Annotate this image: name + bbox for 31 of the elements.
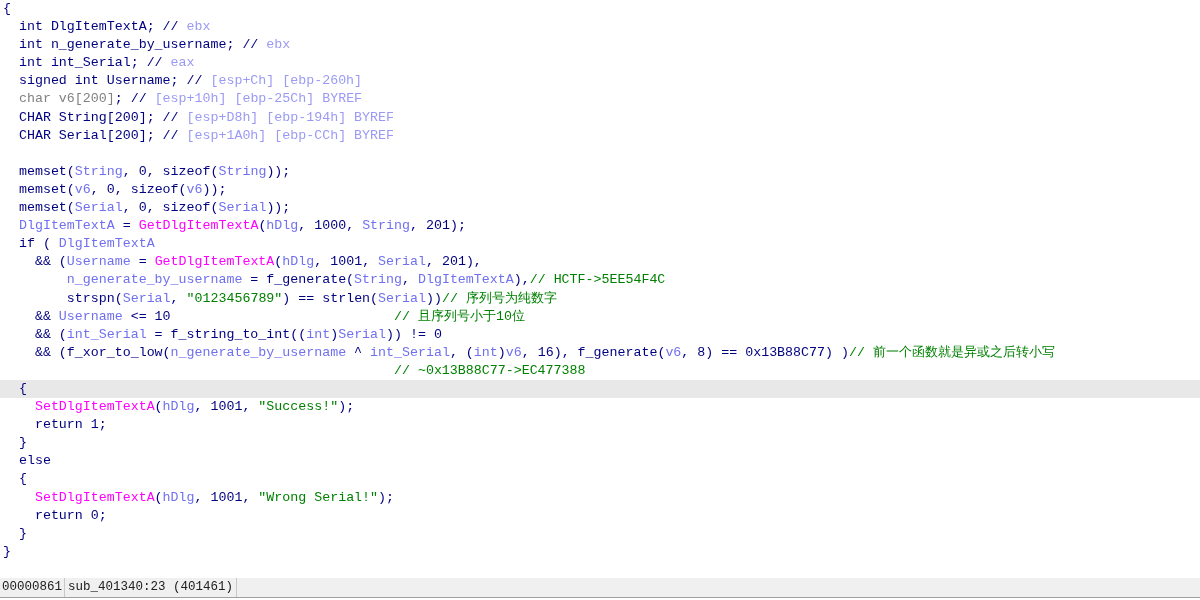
- code-line: SetDlgItemTextA(hDlg, 1001, "Success!");: [33, 398, 356, 417]
- code-line: }: [17, 434, 28, 453]
- code-line: && (Username = GetDlgItemTextA(hDlg, 1001, Serial, 201),: [33, 253, 483, 272]
- code-line: {: [17, 470, 28, 489]
- code-line: strspn(Serial, "0123456789") == strlen(Serial))// 序列号为纯数字: [65, 289, 558, 308]
- code-line: if ( DlgItemTextA: [17, 235, 156, 254]
- code-line: {: [2, 0, 12, 18]
- code-line: memset(v6, 0, sizeof(v6));: [17, 180, 228, 199]
- code-line: memset(String, 0, sizeof(String));: [17, 162, 292, 181]
- code-line: && Username <= 10 // 且序列号小于10位: [33, 307, 526, 326]
- code-line: else: [17, 452, 52, 471]
- code-line: CHAR String[200]; // [esp+D8h] [ebp-194h] BYREF: [17, 108, 395, 127]
- code-line: }: [17, 524, 28, 543]
- code-line: return 0;: [33, 506, 108, 525]
- offset-field: 00000861: [0, 578, 65, 597]
- code-line: int int_Serial; // eax: [17, 54, 196, 73]
- code-line: return 1;: [33, 416, 108, 435]
- code-line: // ~0x13B88C77->EC477388: [393, 361, 587, 380]
- location-field: sub_401340:23 (401461): [65, 578, 238, 597]
- code-line: DlgItemTextA = GetDlgItemTextA(hDlg, 1000, String, 201);: [17, 217, 467, 236]
- code-line: SetDlgItemTextA(hDlg, 1001, "Wrong Serial!");: [33, 488, 396, 507]
- code-line: int DlgItemTextA; // ebx: [17, 18, 212, 37]
- code-line: int n_generate_by_username; // ebx: [17, 36, 292, 55]
- code-line: n_generate_by_username = f_generate(String, DlgItemTextA),// HCTF->5EE54F4C: [65, 271, 667, 290]
- code-line: char v6[200]; // [esp+10h] [ebp-25Ch] BYREF: [17, 90, 364, 109]
- code-line: signed int Username; // [esp+Ch] [ebp-260h]: [17, 72, 364, 91]
- code-line: }: [2, 542, 12, 561]
- code-line: && (int_Serial = f_string_to_int((int)Serial)) != 0: [33, 325, 443, 344]
- code-line: memset(Serial, 0, sizeof(Serial));: [17, 199, 292, 218]
- code-line: CHAR Serial[200]; // [esp+1A0h] [ebp-CCh] BYREF: [17, 126, 395, 145]
- code-line: && (f_xor_to_low(n_generate_by_username ^ int_Serial, (int)v6, 16), f_generate(v6, 8) == 0x13B88C77) )// 前一个函数就是异或之后转小写: [33, 343, 1056, 362]
